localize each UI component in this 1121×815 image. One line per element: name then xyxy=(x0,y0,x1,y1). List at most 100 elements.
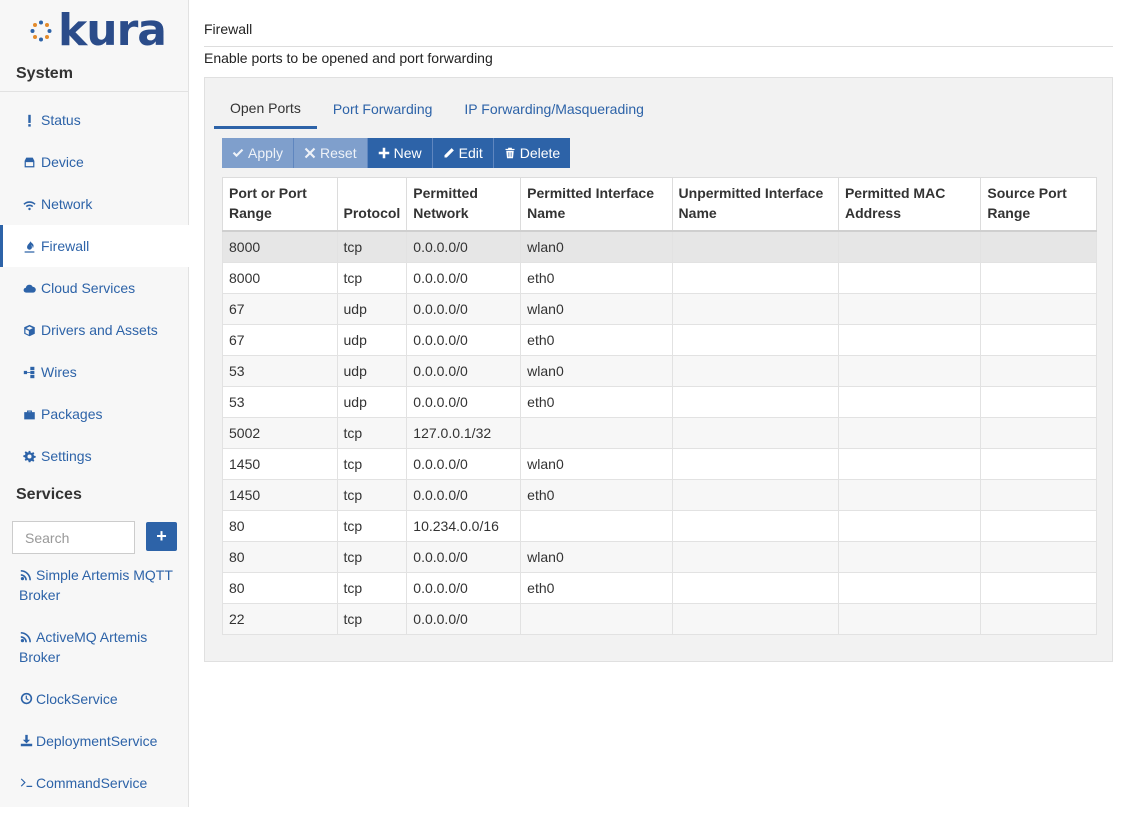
table-cell xyxy=(980,509,1097,542)
column-header[interactable]: Permitted Interface Name xyxy=(520,177,673,232)
close-icon xyxy=(304,147,316,159)
column-header[interactable]: Unpermitted Interface Name xyxy=(671,177,839,232)
open-ports-table: Port or Port Range Protocol Permitted Ne… xyxy=(222,177,1097,635)
table-cell xyxy=(980,602,1097,635)
sidebar-item-label: Drivers and Assets xyxy=(41,322,158,338)
table-cell xyxy=(837,447,982,480)
service-item-label: CommandService xyxy=(36,775,148,791)
table-row[interactable]: 80 tcp 0.0.0.0/0 eth0 xyxy=(222,571,1097,604)
table-row[interactable]: 67 udp 0.0.0.0/0 wlan0 xyxy=(222,292,1097,325)
table-cell: 80 xyxy=(222,509,338,542)
sidebar-item-status[interactable]: Status xyxy=(0,99,189,141)
service-item-simple-artemis-mqtt-broker[interactable]: Simple Artemis MQTT Broker xyxy=(19,565,184,605)
table-row[interactable]: 80 tcp 10.234.0.0/16 xyxy=(222,509,1097,542)
table-cell: 53 xyxy=(222,354,338,387)
table-cell xyxy=(671,571,839,604)
table-cell: 67 xyxy=(222,292,338,325)
divider xyxy=(0,91,189,92)
table-cell: tcp xyxy=(336,261,408,294)
table-row[interactable]: 67 udp 0.0.0.0/0 eth0 xyxy=(222,323,1097,356)
briefcase-icon xyxy=(22,407,36,421)
service-item-label: ActiveMQ Artemis Broker xyxy=(19,629,148,665)
new-button[interactable]: New xyxy=(367,138,433,168)
table-row[interactable]: 1450 tcp 0.0.0.0/0 eth0 xyxy=(222,478,1097,511)
table-row[interactable]: 1450 tcp 0.0.0.0/0 wlan0 xyxy=(222,447,1097,480)
column-header[interactable]: Protocol xyxy=(336,177,408,232)
table-cell: tcp xyxy=(336,416,408,449)
sidebar-item-drivers-and-assets[interactable]: Drivers and Assets xyxy=(0,309,189,351)
service-item-clockservice[interactable]: ClockService xyxy=(19,689,184,709)
trash-icon xyxy=(505,147,515,159)
table-cell xyxy=(980,230,1097,263)
sidebar-item-label: Packages xyxy=(41,406,103,422)
table-cell xyxy=(837,509,982,542)
sidebar-item-device[interactable]: Device xyxy=(0,141,189,183)
table-cell: 0.0.0.0/0 xyxy=(406,354,522,387)
table-cell: 0.0.0.0/0 xyxy=(406,385,522,418)
table-row[interactable]: 80 tcp 0.0.0.0/0 wlan0 xyxy=(222,540,1097,573)
table-cell: udp xyxy=(336,323,408,356)
tab-port-forwarding[interactable]: Port Forwarding xyxy=(317,88,449,129)
tab-ip-forwarding-masquerading[interactable]: IP Forwarding/Masquerading xyxy=(448,88,660,129)
table-row[interactable]: 53 udp 0.0.0.0/0 wlan0 xyxy=(222,354,1097,387)
add-service-button[interactable]: + xyxy=(146,522,177,551)
service-item-commandservice[interactable]: CommandService xyxy=(19,773,184,793)
sidebar-item-label: Network xyxy=(41,196,93,212)
table-cell xyxy=(980,323,1097,356)
column-header[interactable]: Port or Port Range xyxy=(222,177,338,232)
column-header[interactable]: Permitted MAC Address xyxy=(837,177,982,232)
sidebar-item-label: Cloud Services xyxy=(41,280,136,296)
kura-logo[interactable]: kura xyxy=(30,8,167,54)
exclamation-icon xyxy=(22,113,36,127)
search-input[interactable] xyxy=(12,521,135,554)
table-row[interactable]: 5002 tcp 127.0.0.1/32 xyxy=(222,416,1097,449)
edit-button[interactable]: Edit xyxy=(432,138,494,168)
table-cell xyxy=(671,416,839,449)
table-cell xyxy=(837,261,982,294)
table-cell xyxy=(837,292,982,325)
table-cell xyxy=(837,323,982,356)
tab-open-ports[interactable]: Open Ports xyxy=(214,88,317,129)
table-cell: udp xyxy=(336,385,408,418)
table-cell: eth0 xyxy=(520,261,673,294)
gear-icon xyxy=(22,449,36,463)
table-cell: 80 xyxy=(222,540,338,573)
sidebar-item-firewall[interactable]: Firewall xyxy=(0,225,189,267)
apply-button[interactable]: Apply xyxy=(222,138,295,168)
new-label: New xyxy=(393,145,422,161)
sidebar-item-packages[interactable]: Packages xyxy=(0,393,189,435)
terminal-icon xyxy=(19,776,33,790)
table-row[interactable]: 22 tcp 0.0.0.0/0 xyxy=(222,602,1097,635)
reset-button[interactable]: Reset xyxy=(294,138,368,168)
table-cell: 0.0.0.0/0 xyxy=(406,602,522,635)
table-cell: 53 xyxy=(222,385,338,418)
sidebar-item-wires[interactable]: Wires xyxy=(0,351,189,393)
table-cell: tcp xyxy=(336,230,408,263)
table-cell: 8000 xyxy=(222,261,338,294)
table-row[interactable]: 8000 tcp 0.0.0.0/0 wlan0 xyxy=(222,230,1097,263)
table-cell xyxy=(671,509,839,542)
table-row[interactable]: 53 udp 0.0.0.0/0 eth0 xyxy=(222,385,1097,418)
table-cell: 0.0.0.0/0 xyxy=(406,540,522,573)
services-section-title: Services xyxy=(16,486,82,503)
column-header[interactable]: Permitted Network xyxy=(406,177,522,232)
table-cell xyxy=(980,261,1097,294)
service-item-label: DeploymentService xyxy=(36,733,158,749)
service-item-activemq-artemis-broker[interactable]: ActiveMQ Artemis Broker xyxy=(19,627,184,667)
column-header[interactable]: Source Port Range xyxy=(980,177,1097,232)
table-cell xyxy=(837,571,982,604)
service-item-deploymentservice[interactable]: DeploymentService xyxy=(19,731,184,751)
table-cell: tcp xyxy=(336,571,408,604)
table-cell xyxy=(520,602,673,635)
sidebar-item-network[interactable]: Network xyxy=(0,183,189,225)
sidebar-item-label: Status xyxy=(41,112,81,128)
table-row[interactable]: 8000 tcp 0.0.0.0/0 eth0 xyxy=(222,261,1097,294)
table-cell xyxy=(671,230,839,263)
table-cell xyxy=(980,478,1097,511)
system-section-title: System xyxy=(16,65,73,82)
sidebar-item-settings[interactable]: Settings xyxy=(0,435,189,477)
table-cell: eth0 xyxy=(520,385,673,418)
delete-button[interactable]: Delete xyxy=(493,138,571,168)
sidebar-item-cloud-services[interactable]: Cloud Services xyxy=(0,267,189,309)
table-cell: wlan0 xyxy=(520,354,673,387)
